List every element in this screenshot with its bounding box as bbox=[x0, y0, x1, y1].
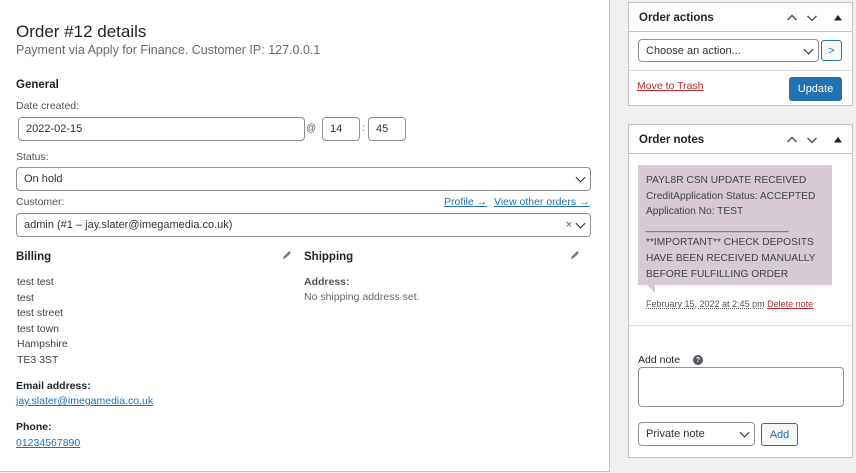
order-actions-header: Order actions bbox=[629, 3, 852, 32]
note-tail bbox=[647, 285, 655, 293]
note-line: BEFORE FULFILLING ORDER bbox=[646, 268, 789, 280]
billing-address-line: TE3 3ST bbox=[17, 353, 59, 366]
order-data-panel: Order #12 details Payment via Apply for … bbox=[0, 0, 610, 472]
divider bbox=[629, 325, 852, 326]
phone-link[interactable]: 01234567890 bbox=[16, 437, 80, 449]
chevron-down-icon bbox=[803, 44, 814, 55]
view-other-orders-link[interactable]: View other orders → bbox=[494, 196, 590, 208]
hour-input[interactable]: 14 bbox=[322, 117, 360, 141]
note-line: **IMPORTANT** CHECK DEPOSITS bbox=[646, 237, 814, 249]
order-actions-title: Order actions bbox=[639, 12, 714, 24]
note-list: PAYL8R CSN UPDATE RECEIVED CreditApplica… bbox=[629, 155, 852, 315]
minute-input[interactable]: 45 bbox=[368, 117, 406, 141]
billing-heading: Billing bbox=[16, 251, 52, 263]
move-down-icon[interactable] bbox=[805, 133, 819, 147]
billing-address-line: test town bbox=[17, 322, 60, 335]
order-action-select-value: Choose an action... bbox=[646, 44, 741, 57]
apply-action-button[interactable]: > bbox=[821, 40, 842, 61]
billing-address-line: test street bbox=[17, 307, 64, 320]
customer-select-value: admin (#1 – jay.slater@imegamedia.co.uk) bbox=[24, 219, 233, 231]
note-content: PAYL8R CSN UPDATE RECEIVED CreditApplica… bbox=[638, 165, 832, 285]
note-date: February 15, 2022 at 2:45 pm bbox=[646, 299, 765, 309]
note-line: CreditApplication Status: ACCEPTED bbox=[646, 190, 816, 202]
edit-shipping-pencil-icon[interactable] bbox=[569, 249, 581, 261]
shipping-address-value: No shipping address set. bbox=[304, 291, 420, 303]
add-note-textarea[interactable] bbox=[638, 367, 844, 407]
status-select-value: On hold bbox=[24, 173, 63, 185]
billing-address-line: test bbox=[17, 291, 34, 304]
status-select[interactable]: On hold bbox=[16, 167, 591, 191]
chevron-down-icon bbox=[739, 427, 750, 438]
general-heading: General bbox=[16, 79, 59, 91]
note-line: PAYL8R CSN UPDATE RECEIVED bbox=[646, 175, 807, 186]
help-icon[interactable]: ? bbox=[693, 355, 703, 365]
move-down-icon[interactable] bbox=[805, 11, 819, 25]
colon-separator: : bbox=[362, 123, 365, 134]
billing-address-line: Hampshire bbox=[17, 338, 68, 351]
page-title: Order #12 details bbox=[16, 22, 147, 41]
shipping-address-label: Address: bbox=[304, 276, 350, 288]
profile-link[interactable]: Profile → bbox=[444, 196, 487, 208]
order-notes-header: Order notes bbox=[629, 125, 852, 154]
delete-note-link[interactable]: Delete note bbox=[767, 299, 813, 309]
at-separator: @ bbox=[306, 123, 317, 134]
customer-select[interactable]: admin (#1 – jay.slater@imegamedia.co.uk)… bbox=[16, 213, 591, 237]
order-action-select[interactable]: Choose an action... bbox=[638, 39, 819, 62]
note-line: ____________________________ bbox=[646, 221, 788, 233]
order-notes-box: Order notes PAYL8R CSN UPDATE RECEIVED C… bbox=[628, 124, 853, 458]
update-button[interactable]: Update bbox=[789, 77, 842, 101]
note-type-select[interactable]: Private note bbox=[638, 422, 755, 446]
email-label: Email address: bbox=[16, 380, 91, 392]
collapse-toggle-icon[interactable] bbox=[831, 11, 845, 25]
move-up-icon[interactable] bbox=[785, 133, 799, 147]
status-label: Status: bbox=[16, 151, 49, 163]
chevron-down-icon bbox=[575, 218, 586, 229]
date-created-input[interactable]: 2022-02-15 bbox=[18, 117, 305, 141]
order-subtitle: Payment via Apply for Finance. Customer … bbox=[16, 43, 321, 57]
note-meta: February 15, 2022 at 2:45 pm Delete note bbox=[646, 299, 813, 309]
shipping-heading: Shipping bbox=[304, 251, 354, 263]
chevron-down-icon bbox=[575, 172, 586, 183]
order-actions-box: Order actions Choose an action... > Move… bbox=[628, 2, 853, 106]
move-up-icon[interactable] bbox=[785, 11, 799, 25]
clear-icon[interactable]: × bbox=[566, 219, 572, 231]
divider bbox=[629, 70, 852, 71]
note-line: Application No: TEST bbox=[646, 206, 744, 218]
add-note-button[interactable]: Add bbox=[761, 423, 798, 446]
email-link[interactable]: jay.slater@imegamedia.co.uk bbox=[16, 395, 153, 407]
note-line: HAVE BEEN RECEIVED MANUALLY bbox=[646, 252, 816, 264]
collapse-toggle-icon[interactable] bbox=[831, 133, 845, 147]
phone-label: Phone: bbox=[16, 421, 52, 433]
edit-billing-pencil-icon[interactable] bbox=[281, 249, 293, 261]
customer-label: Customer: bbox=[16, 196, 65, 208]
order-notes-title: Order notes bbox=[639, 134, 705, 146]
move-to-trash-link[interactable]: Move to Trash bbox=[637, 80, 704, 92]
billing-address: test test test test street test town Ham… bbox=[17, 275, 68, 369]
add-note-label: Add note bbox=[638, 354, 681, 366]
billing-address-line: test test bbox=[17, 276, 54, 288]
date-created-label: Date created: bbox=[16, 100, 80, 112]
note-type-select-value: Private note bbox=[646, 428, 705, 440]
